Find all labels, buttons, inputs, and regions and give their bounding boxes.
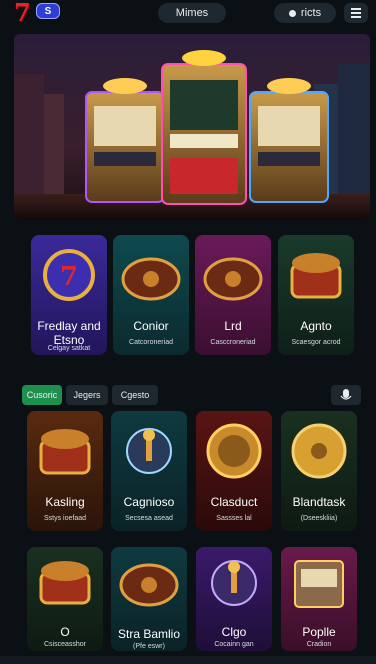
game-subtitle: (Dseeskliia) (300, 515, 338, 522)
slot-machines-illustration (14, 34, 370, 220)
filter-chip-3[interactable]: Cgesto (112, 385, 158, 405)
game-title: O (60, 625, 70, 639)
account-button-label: ricts (300, 7, 322, 19)
featured-card-1[interactable]: 7 Fredlay and Etsno Celgay satkat (31, 235, 107, 355)
featured-subtitle: Scaesgor acrod (291, 339, 341, 346)
game-subtitle: Cradion (306, 641, 332, 648)
account-button[interactable]: ricts (274, 3, 336, 23)
gold-coin-icon (206, 423, 262, 479)
featured-title: Conior (133, 319, 169, 333)
game-subtitle: Csisceasshor (43, 641, 86, 648)
game-card[interactable]: O Csisceasshor (27, 547, 103, 651)
featured-card-3[interactable]: Lrd Casccroneriad (195, 235, 271, 355)
featured-subtitle: Celgay satkat (47, 345, 91, 352)
bottom-strip (0, 656, 376, 664)
joystick-icon (126, 428, 172, 474)
featured-title: Fredlay and Etsno (37, 319, 101, 347)
game-card[interactable]: Stra Bamlio (Pfe eswr) (111, 547, 187, 651)
game-subtitle: (Pfe eswr) (133, 643, 165, 650)
slot-machine-icon (294, 560, 344, 608)
game-card[interactable]: Blandtask (Dseeskliia) (281, 411, 357, 531)
game-card[interactable]: Cagnioso Secsesa asead (111, 411, 187, 531)
menu-button[interactable] (344, 3, 368, 23)
game-title: Poplle (302, 625, 336, 639)
game-title: Clasduct (210, 495, 258, 509)
game-title: Clgo (221, 625, 247, 639)
roulette-icon (203, 257, 263, 301)
game-title: Stra Bamlio (117, 627, 181, 641)
game-card[interactable]: Clgo Cocainn gan (196, 547, 272, 651)
treasure-chest-icon (39, 429, 91, 475)
game-card[interactable]: Clasduct Sassses lal (196, 411, 272, 531)
featured-card-2[interactable]: Conior Catcoroneriad (113, 235, 189, 355)
game-card[interactable]: Kasling Sstys ioefaad (27, 411, 103, 531)
filter-chip-2[interactable]: Jegers (66, 385, 108, 405)
featured-title: Lrd (224, 319, 242, 333)
game-title: Kasling (45, 495, 85, 509)
record-icon (288, 10, 296, 17)
game-title: Blandtask (292, 495, 346, 509)
wheel-icon (291, 423, 347, 479)
game-subtitle: Cocainn gan (214, 641, 254, 648)
game-title: Cagnioso (123, 495, 175, 509)
seven-coin-icon: 7 (43, 249, 95, 301)
game-card[interactable]: Poplle Cradion (281, 547, 357, 651)
microphone-icon (340, 389, 352, 400)
featured-subtitle: Catcoroneriad (129, 339, 173, 346)
filter-chip-1[interactable]: Cusoric (22, 385, 62, 405)
joystick-icon (211, 560, 257, 606)
featured-subtitle: Casccroneriad (210, 339, 256, 346)
roulette-icon (119, 563, 179, 607)
roulette-icon (121, 257, 181, 301)
treasure-chest-icon (39, 561, 91, 605)
featured-title: Agnto (300, 319, 332, 333)
game-subtitle: Sassses lal (216, 515, 252, 522)
logo-seven: 7 (14, 0, 31, 27)
hero-banner[interactable] (14, 34, 370, 220)
top-bar: 7 S Mimes ricts (0, 0, 376, 28)
app-logo[interactable]: 7 S (14, 0, 64, 27)
game-subtitle: Secsesa asead (125, 515, 173, 522)
menus-button[interactable]: Mimes (158, 3, 226, 23)
featured-card-4[interactable]: Agnto Scaesgor acrod (278, 235, 354, 355)
treasure-chest-icon (290, 253, 342, 299)
game-subtitle: Sstys ioefaad (43, 515, 87, 522)
logo-badge: S (36, 3, 60, 19)
svg-text:7: 7 (60, 262, 78, 292)
mic-button[interactable] (331, 385, 361, 405)
